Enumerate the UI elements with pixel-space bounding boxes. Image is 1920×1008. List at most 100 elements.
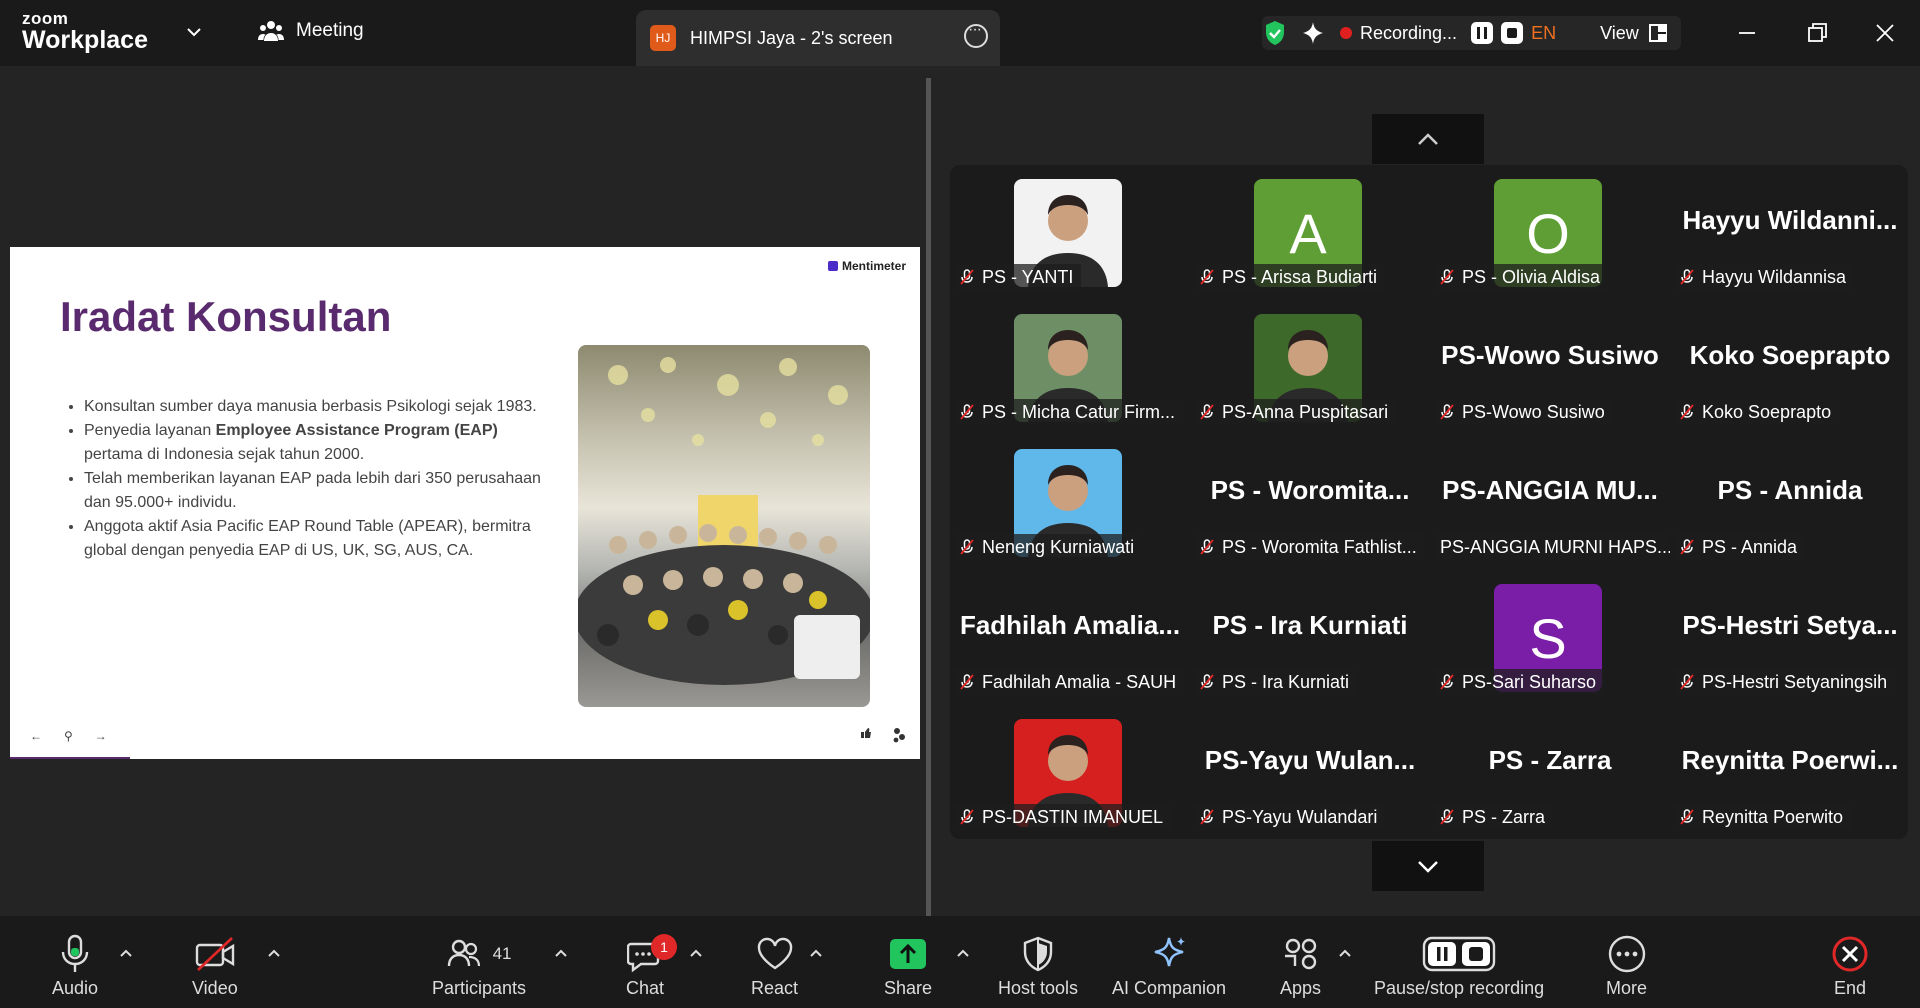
participant-name-tag: PS-ANGGIA MURNI HAPS... bbox=[1434, 534, 1670, 560]
participant-display-name: PS - Woromita... bbox=[1210, 475, 1410, 505]
participant-name: PS-Anna Puspitasari bbox=[1222, 401, 1389, 422]
thumbs-up-icon[interactable] bbox=[860, 727, 872, 739]
participant-tile[interactable]: PS-ANGGIA MU... PS-ANGGIA MURNI HAPS... bbox=[1430, 435, 1670, 570]
participant-tile[interactable]: Reynitta Poerwi... Reynitta Poerwito bbox=[1670, 705, 1910, 840]
slide-bullet: Penyedia layanan Employee Assistance Pro… bbox=[84, 419, 554, 467]
participant-tile[interactable]: PS - Woromita... PS - Woromita Fathlist..… bbox=[1190, 435, 1430, 570]
apps-options-chevron-icon[interactable] bbox=[1338, 948, 1352, 958]
participant-name: PS - Zarra bbox=[1462, 806, 1546, 827]
participant-tile[interactable]: PS-DASTIN IMANUEL bbox=[950, 705, 1190, 840]
participant-tile[interactable]: PS-Wowo Susiwo PS-Wowo Susiwo bbox=[1430, 300, 1670, 435]
more-options-icon[interactable] bbox=[964, 21, 988, 48]
video-options-chevron-icon[interactable] bbox=[267, 948, 281, 958]
participant-tile[interactable]: A PS - Arissa Budiarti bbox=[1190, 165, 1430, 300]
participant-tile[interactable]: PS - Annida PS - Annida bbox=[1670, 435, 1910, 570]
mentimeter-label: Mentimeter bbox=[841, 259, 906, 273]
shared-screen-slide: Mentimeter Iradat Konsultan Konsultan su… bbox=[10, 247, 920, 759]
participant-tile[interactable]: Koko Soeprapto Koko Soeprapto bbox=[1670, 300, 1910, 435]
audience-icon[interactable] bbox=[892, 727, 906, 743]
split-view-divider[interactable] bbox=[926, 78, 931, 920]
participant-name: Neneng Kurniawati bbox=[982, 536, 1135, 557]
audio-options-chevron-icon[interactable] bbox=[119, 948, 133, 958]
meeting-menu[interactable]: Meeting bbox=[258, 20, 364, 42]
pause-recording-label: Pause/stop recording bbox=[1374, 978, 1545, 998]
react-options-chevron-icon[interactable] bbox=[809, 948, 823, 958]
participant-name: Reynitta Poerwito bbox=[1702, 806, 1844, 827]
pause-stop-recording-button[interactable]: Pause/stop recording bbox=[1374, 934, 1544, 999]
encryption-shield-icon[interactable] bbox=[1264, 20, 1286, 46]
participant-tile[interactable]: Hayyu Wildanni... Hayyu Wildannisa bbox=[1670, 165, 1910, 300]
participant-tile[interactable]: PS-Yayu Wulan... PS-Yayu Wulandari bbox=[1190, 705, 1430, 840]
end-x-icon bbox=[1832, 936, 1868, 972]
mic-muted-icon bbox=[1200, 404, 1214, 420]
participant-name-tag: PS-Hestri Setyaningsih bbox=[1674, 669, 1896, 695]
share-button[interactable]: Share bbox=[884, 934, 932, 999]
participant-name-tag: PS - Micha Catur Firm... bbox=[954, 399, 1184, 425]
participant-tile[interactable]: O PS - Olivia Aldisa bbox=[1430, 165, 1670, 300]
prev-arrow-icon[interactable]: ← bbox=[30, 729, 42, 743]
react-button[interactable]: React bbox=[751, 934, 798, 999]
end-meeting-button[interactable]: End bbox=[1830, 934, 1870, 999]
host-tools-label: Host tools bbox=[998, 978, 1079, 998]
participant-tile[interactable]: PS-Hestri Setya... PS-Hestri Setyaningsih bbox=[1670, 570, 1910, 705]
chevron-down-icon[interactable] bbox=[184, 22, 204, 42]
participant-name: PS - Arissa Budiarti bbox=[1222, 266, 1378, 287]
participant-tile[interactable]: PS-Anna Puspitasari bbox=[1190, 300, 1430, 435]
participant-display-name: PS-Hestri Setya... bbox=[1682, 610, 1898, 640]
mentimeter-brand: Mentimeter bbox=[827, 259, 906, 273]
avatar-initial: O bbox=[1526, 201, 1570, 265]
share-arrow-icon bbox=[890, 939, 927, 969]
view-button[interactable]: View bbox=[1570, 23, 1667, 44]
participant-tile[interactable]: PS - Zarra PS - Zarra bbox=[1430, 705, 1670, 840]
participant-display-name: Hayyu Wildanni... bbox=[1682, 205, 1898, 235]
apps-label: Apps bbox=[1280, 978, 1322, 998]
participant-tile[interactable]: PS - Micha Catur Firm... bbox=[950, 300, 1190, 435]
share-options-chevron-icon[interactable] bbox=[956, 948, 970, 958]
mic-muted-icon bbox=[1680, 674, 1694, 690]
participants-options-chevron-icon[interactable] bbox=[554, 948, 568, 958]
pin-icon[interactable]: ⚲ bbox=[64, 729, 73, 743]
participant-tile[interactable]: PS - YANTI bbox=[950, 165, 1190, 300]
participant-name-tag: PS-Anna Puspitasari bbox=[1194, 399, 1397, 425]
mic-muted-icon bbox=[960, 539, 974, 555]
stop-icon[interactable] bbox=[1501, 22, 1524, 44]
zoom-logo: zoom Workplace bbox=[22, 10, 148, 53]
restore-icon[interactable] bbox=[1802, 18, 1832, 48]
share-tab[interactable]: HJ HIMPSI Jaya - 2's screen bbox=[636, 10, 1000, 66]
chat-options-chevron-icon[interactable] bbox=[689, 948, 703, 958]
ai-companion-button[interactable]: AI Companion bbox=[1112, 934, 1226, 999]
more-button[interactable]: More bbox=[1606, 934, 1647, 999]
ai-sparkle-icon[interactable] bbox=[1300, 20, 1326, 46]
minimize-icon[interactable] bbox=[1732, 18, 1762, 48]
video-button[interactable]: Video bbox=[192, 934, 238, 999]
gallery-next-button[interactable] bbox=[1372, 841, 1484, 891]
participants-button[interactable]: 41 Participants bbox=[432, 934, 526, 999]
participant-name-tag: PS - Annida bbox=[1674, 534, 1806, 560]
bullet-text: Telah memberikan layanan EAP pada lebih … bbox=[84, 470, 541, 511]
brand-workplace: Workplace bbox=[22, 26, 148, 54]
participant-display-name: PS - Zarra bbox=[1488, 745, 1612, 775]
bullet-text: Anggota aktif Asia Pacific EAP Round Tab… bbox=[84, 518, 531, 559]
participant-tile[interactable]: Fadhilah Amalia... Fadhilah Amalia - SAUH bbox=[950, 570, 1190, 705]
close-icon[interactable] bbox=[1870, 18, 1900, 48]
participant-tile[interactable]: PS - Ira Kurniati PS - Ira Kurniati bbox=[1190, 570, 1430, 705]
participant-tile[interactable]: S PS-Sari Suharso bbox=[1430, 570, 1670, 705]
apps-button[interactable]: Apps bbox=[1280, 934, 1321, 999]
video-off-icon bbox=[195, 937, 235, 971]
participant-name-tag: Koko Soeprapto bbox=[1674, 399, 1840, 425]
pause-icon[interactable] bbox=[1471, 22, 1494, 44]
slide-navigation: ← ⚲ → bbox=[30, 729, 107, 743]
audio-button[interactable]: Audio bbox=[52, 934, 98, 999]
microphone-icon bbox=[61, 934, 89, 972]
participant-name-tag: PS - Arissa Budiarti bbox=[1194, 264, 1386, 290]
recording-label: Recording... bbox=[1360, 22, 1458, 43]
host-tools-button[interactable]: Host tools bbox=[998, 934, 1078, 999]
participant-tile[interactable]: Neneng Kurniawati bbox=[950, 435, 1190, 570]
participant-name: Koko Soeprapto bbox=[1702, 401, 1832, 422]
mic-muted-icon bbox=[1200, 269, 1214, 285]
next-arrow-icon[interactable]: → bbox=[95, 729, 107, 743]
participant-display-name: Koko Soeprapto bbox=[1689, 340, 1891, 370]
chevron-down-icon bbox=[1418, 861, 1438, 873]
language-button[interactable]: EN bbox=[1531, 23, 1556, 44]
gallery-prev-button[interactable] bbox=[1372, 114, 1484, 164]
